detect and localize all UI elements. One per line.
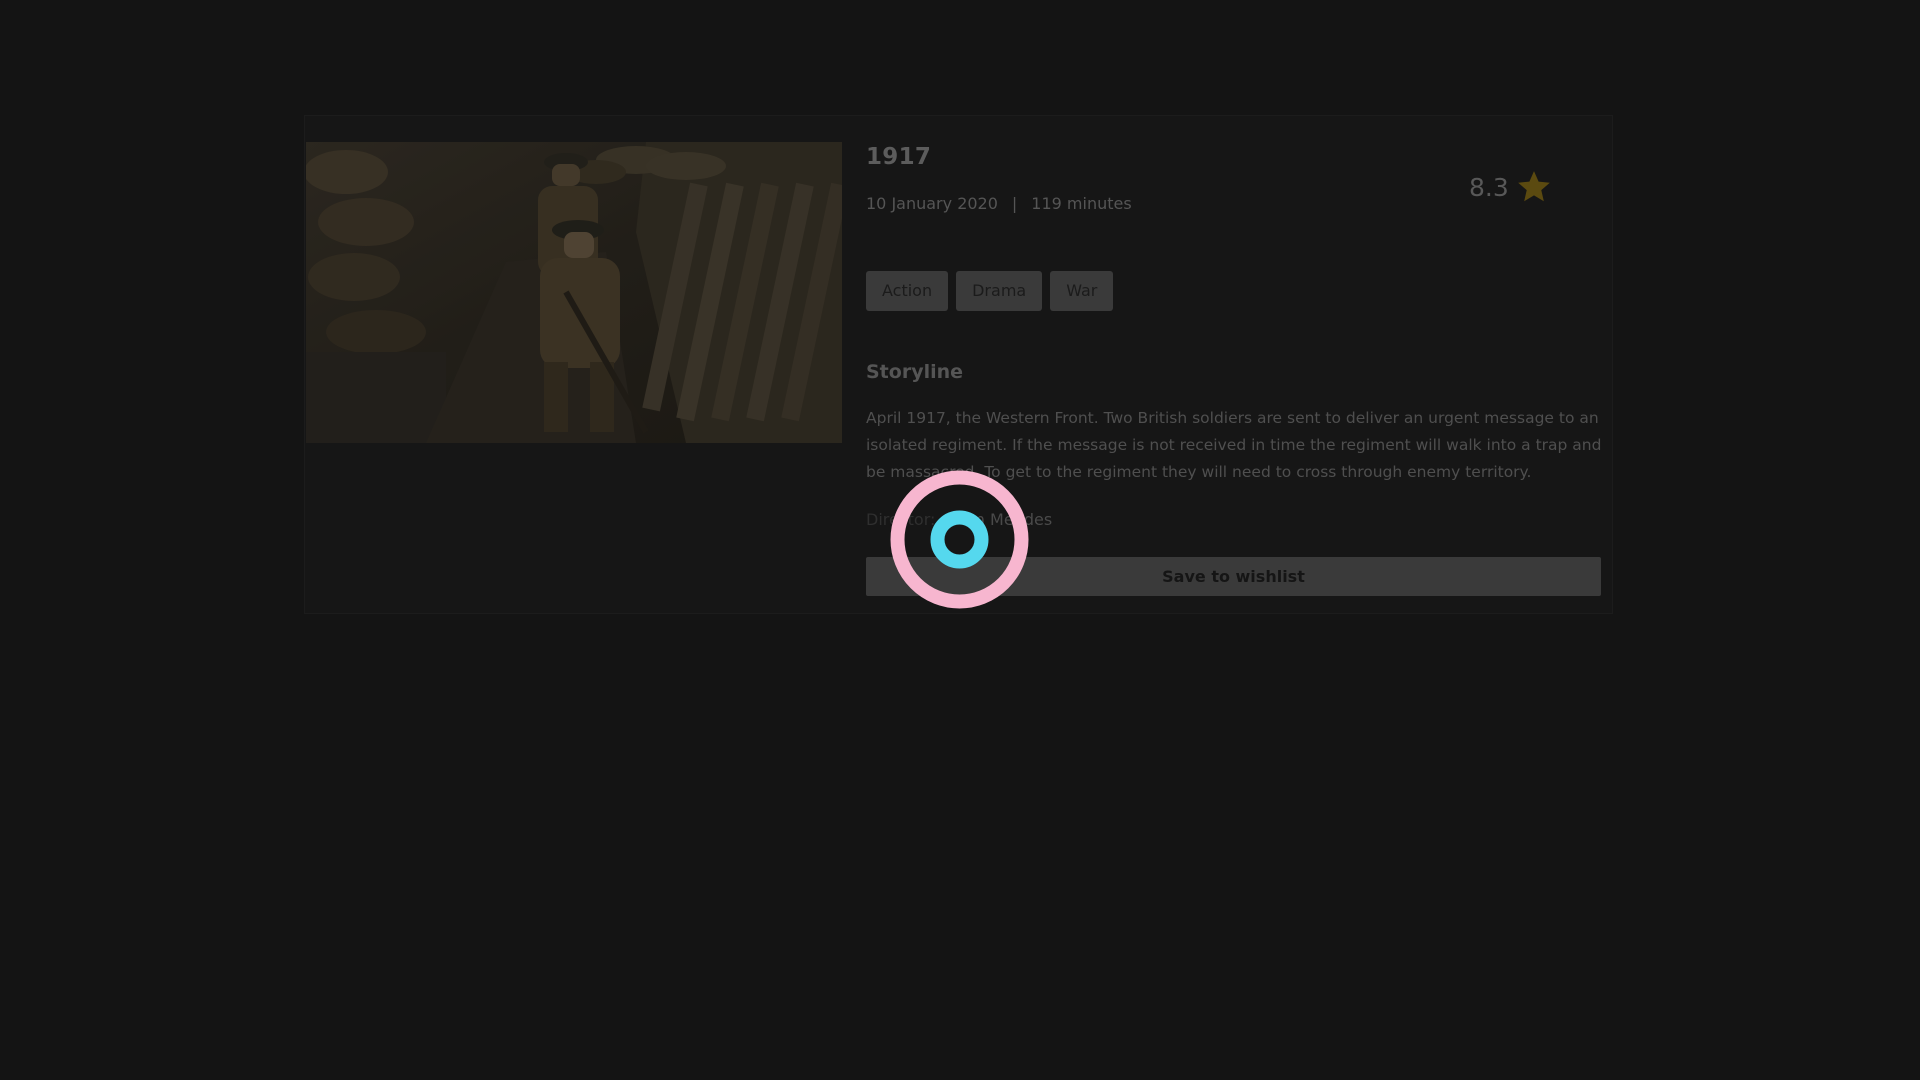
rating: 8.3 — [1469, 168, 1553, 206]
movie-meta: 10 January 2020 | 119 minutes — [866, 194, 1132, 213]
meta-separator: | — [1011, 194, 1018, 213]
genre-tags: Action Drama War — [866, 271, 1114, 311]
storyline-heading: Storyline — [866, 361, 964, 383]
movie-title: 1917 — [866, 144, 932, 170]
click-target-icon — [890, 470, 1029, 609]
movie-poster — [306, 142, 842, 443]
app-stage: 1917 10 January 2020 | 119 minutes 8.3 Act… — [0, 0, 1920, 1080]
genre-tag-drama[interactable]: Drama — [956, 271, 1043, 311]
release-date: 10 January 2020 — [866, 194, 998, 213]
genre-tag-action[interactable]: Action — [866, 271, 949, 311]
poster-image — [306, 142, 842, 443]
genre-tag-war[interactable]: War — [1050, 271, 1114, 311]
star-icon — [1517, 171, 1550, 202]
rating-value: 8.3 — [1469, 172, 1509, 202]
runtime: 119 minutes — [1031, 194, 1132, 213]
